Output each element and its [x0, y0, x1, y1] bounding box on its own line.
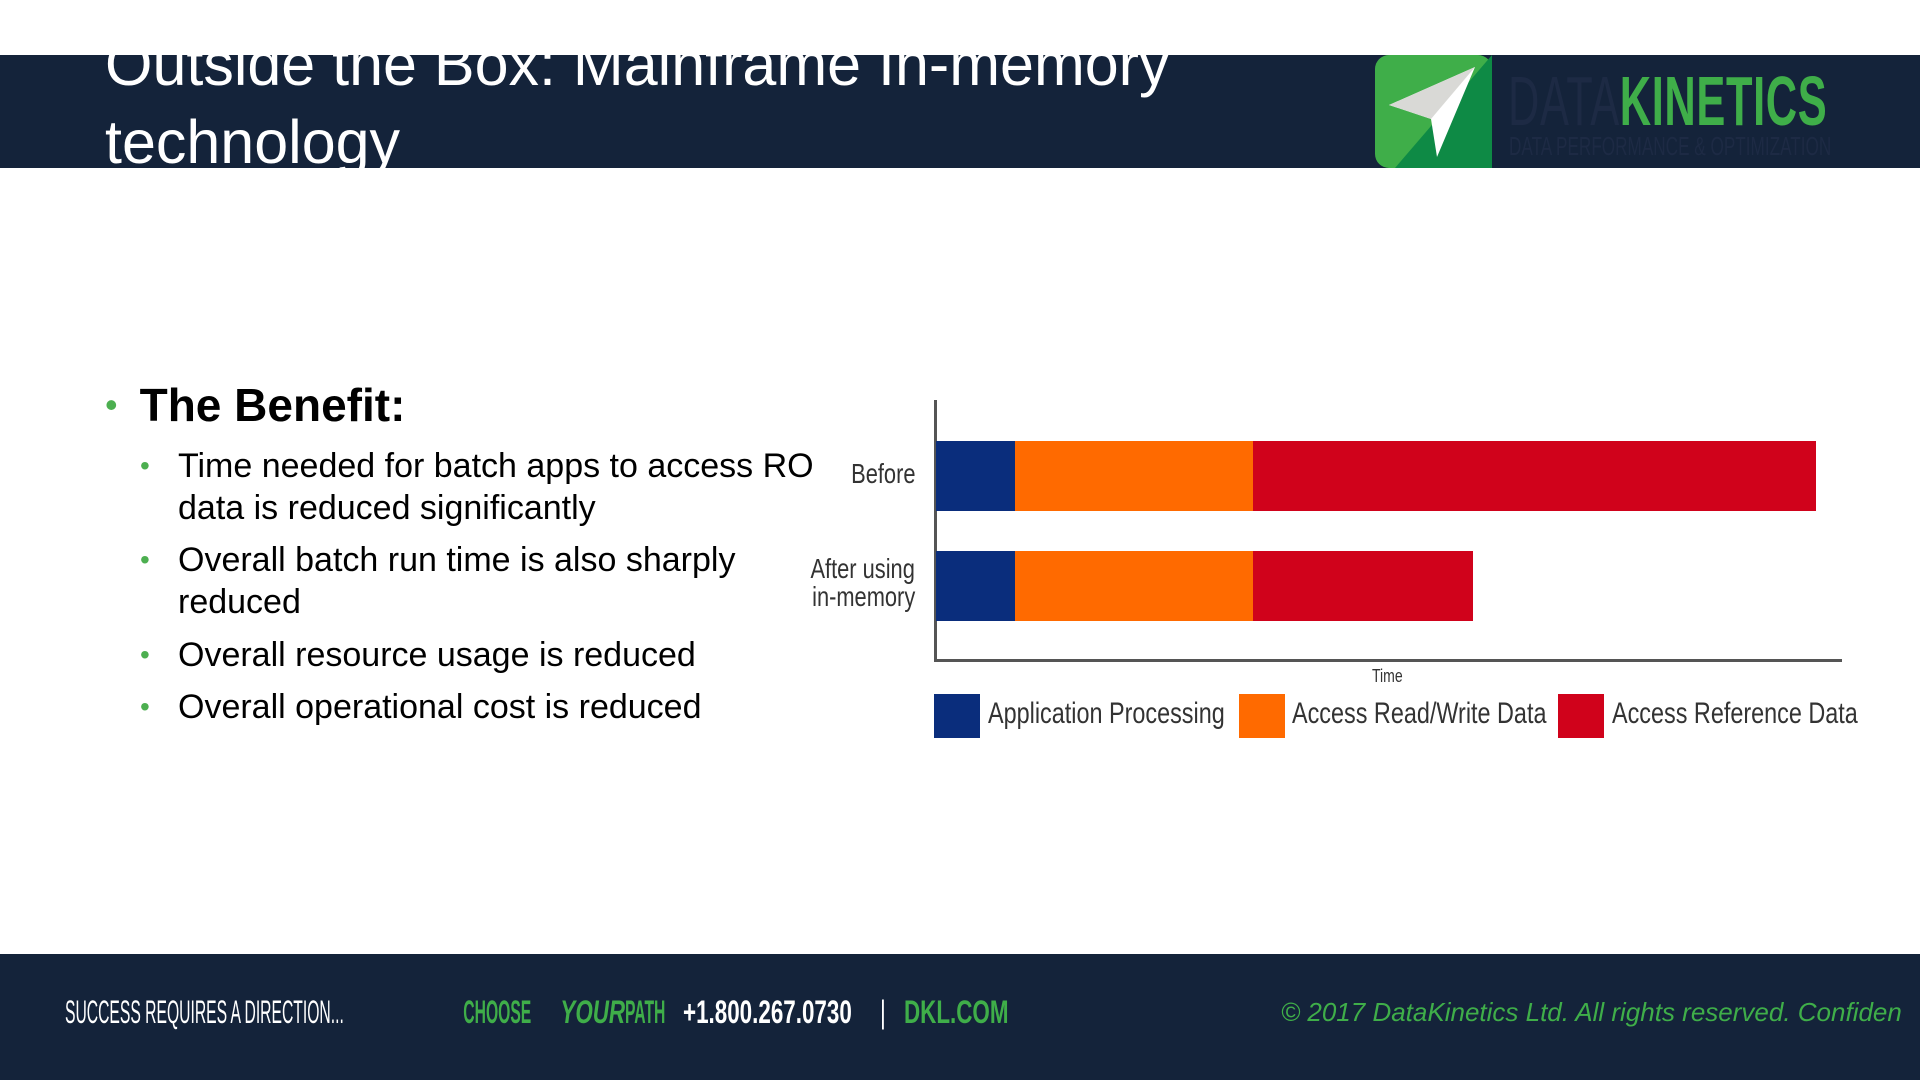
- bar-segment-after-2: [1252, 551, 1473, 621]
- logo-tagline: DATA PERFORMANCE & OPTIMIZATION: [1509, 131, 1832, 161]
- footer-separator: |: [880, 994, 886, 1030]
- x-axis-line: [934, 659, 1842, 662]
- legend-swatch-access-read-write: [1239, 694, 1285, 738]
- heading-bullet: • The Benefit:: [105, 379, 406, 431]
- legend-label: Access Reference Data: [1612, 697, 1858, 730]
- logo-wordmark: DATAKINETICS: [1508, 62, 1828, 140]
- legend-swatch-application-processing: [934, 694, 980, 738]
- slide-title: Outside the Box: Mainframe In-memory tec…: [105, 55, 1170, 168]
- y-axis-line: [934, 400, 937, 662]
- bar-segment-before-1: [1015, 441, 1253, 511]
- bar-segment-after-1: [1015, 551, 1253, 621]
- list-item: • Overall resource usage is reduced: [140, 636, 696, 674]
- footer-website-link[interactable]: DKL.COM: [904, 992, 1053, 1032]
- bullet-icon: •: [140, 544, 150, 575]
- list-item: • Overall operational cost is reduced: [140, 688, 702, 726]
- bullet-icon: •: [140, 450, 150, 481]
- category-label-after: After using in-memory: [810, 553, 915, 612]
- copyright-text: © 2017 DataKinetics Ltd. All rights rese…: [1281, 997, 1902, 1027]
- bar-segment-before-2: [1252, 441, 1816, 511]
- bullet-icon: •: [140, 691, 150, 722]
- x-axis-label: Time: [1372, 666, 1403, 686]
- bar-segment-after-0: [936, 551, 1016, 621]
- legend-swatch-access-reference: [1558, 694, 1604, 738]
- datakinetics-logo-icon: [1375, 55, 1492, 168]
- bar-segment-before-0: [936, 441, 1016, 511]
- bullet-icon: •: [140, 639, 150, 670]
- bullet-icon: •: [105, 384, 118, 425]
- category-label-before: Before: [850, 458, 915, 489]
